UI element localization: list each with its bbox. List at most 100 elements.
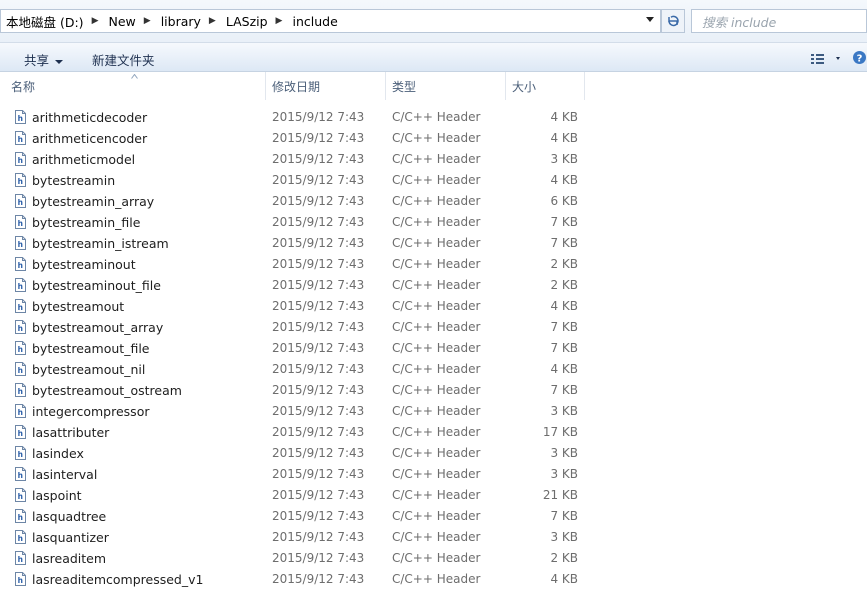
svg-text:h: h: [18, 219, 23, 228]
file-name: lasreaditemcompressed_v1: [32, 572, 204, 587]
file-row[interactable]: h lasattributer 2015/9/12 7:43 C/C++ Header…: [0, 422, 867, 443]
file-modified: 2015/9/12 7:43: [272, 530, 365, 544]
refresh-button[interactable]: [661, 9, 685, 33]
breadcrumb-chevron-icon[interactable]: ▶: [270, 16, 288, 26]
header-file-icon: h: [15, 320, 26, 334]
file-row[interactable]: h bytestreaminout 2015/9/12 7:43 C/C++ Head…: [0, 254, 867, 275]
file-row[interactable]: h bytestreamout_file 2015/9/12 7:43 C/C++ H…: [0, 338, 867, 359]
file-name: bytestreamout_array: [32, 320, 164, 335]
address-history-dropdown-icon[interactable]: [646, 17, 654, 22]
search-input[interactable]: 搜索 include: [692, 12, 776, 31]
file-size: 7 KB: [550, 341, 578, 355]
file-name: bytestreamout: [32, 299, 125, 314]
column-header-modified-label: 修改日期: [272, 80, 321, 94]
file-modified: 2015/9/12 7:43: [272, 152, 365, 166]
file-name: bytestreaminout_file: [32, 278, 161, 293]
file-modified: 2015/9/12 7:43: [272, 236, 365, 250]
file-name: bytestreamin_file: [32, 215, 141, 230]
file-size: 4 KB: [550, 110, 578, 124]
file-row[interactable]: h bytestreamout_ostream 2015/9/12 7:43 C/C+…: [0, 380, 867, 401]
file-size: 4 KB: [550, 362, 578, 376]
breadcrumb-new[interactable]: New: [104, 14, 138, 29]
file-row[interactable]: h bytestreaminout_file 2015/9/12 7:43 C/C++…: [0, 275, 867, 296]
svg-text:h: h: [18, 555, 23, 564]
file-size: 2 KB: [550, 278, 578, 292]
header-file-icon: h: [15, 362, 26, 376]
file-type: C/C++ Header: [392, 278, 481, 292]
address-bar[interactable]: 本地磁盘 (D:) ▶ New ▶ library ▶ LASzip ▶ inc…: [0, 9, 661, 33]
file-modified: 2015/9/12 7:43: [272, 446, 365, 460]
help-button[interactable]: ?: [852, 50, 867, 65]
header-file-icon: h: [15, 194, 26, 208]
file-size: 17 KB: [542, 425, 578, 439]
breadcrumb-laszip[interactable]: LASzip: [221, 14, 270, 29]
breadcrumb-chevron-icon[interactable]: ▶: [86, 16, 104, 26]
file-row[interactable]: h lasreaditemcompressed_v1 2015/9/12 7:43 C…: [0, 569, 867, 590]
file-row[interactable]: h bytestreamout_nil 2015/9/12 7:43 C/C++ He…: [0, 359, 867, 380]
file-row[interactable]: h arithmeticmodel 2015/9/12 7:43 C/C++ Head…: [0, 149, 867, 170]
file-row[interactable]: h arithmeticdecoder 2015/9/12 7:43 C/C++ He…: [0, 107, 867, 128]
file-modified: 2015/9/12 7:43: [272, 551, 365, 565]
file-row[interactable]: h lasindex 2015/9/12 7:43 C/C++ Header 3 KB: [0, 443, 867, 464]
file-row[interactable]: h bytestreamout 2015/9/12 7:43 C/C++ Header…: [0, 296, 867, 317]
file-row[interactable]: h bytestreamout_array 2015/9/12 7:43 C/C++ …: [0, 317, 867, 338]
file-modified: 2015/9/12 7:43: [272, 215, 365, 229]
svg-text:h: h: [18, 156, 23, 165]
file-name: bytestreamout_nil: [32, 362, 146, 377]
file-row[interactable]: h lasquantizer 2015/9/12 7:43 C/C++ Header 3…: [0, 527, 867, 548]
new-folder-button[interactable]: 新建文件夹: [92, 50, 155, 69]
header-file-icon: h: [15, 131, 26, 145]
file-name: bytestreamout_ostream: [32, 383, 182, 398]
file-size: 2 KB: [550, 551, 578, 565]
file-row[interactable]: h integercompressor 2015/9/12 7:43 C/C++ He…: [0, 401, 867, 422]
file-row[interactable]: h arithmeticencoder 2015/9/12 7:43 C/C++ He…: [0, 128, 867, 149]
file-row[interactable]: h lasquadtree 2015/9/12 7:43 C/C++ Header 7 …: [0, 506, 867, 527]
file-row[interactable]: h bytestreamin_file 2015/9/12 7:43 C/C++ He…: [0, 212, 867, 233]
file-type: C/C++ Header: [392, 362, 481, 376]
svg-text:h: h: [18, 450, 23, 459]
column-header-type[interactable]: 类型: [385, 72, 505, 100]
address-bar-region: 本地磁盘 (D:) ▶ New ▶ library ▶ LASzip ▶ inc…: [0, 0, 867, 42]
file-type: C/C++ Header: [392, 299, 481, 313]
file-row[interactable]: h bytestreamin_array 2015/9/12 7:43 C/C++ H…: [0, 191, 867, 212]
breadcrumb-include[interactable]: include: [287, 14, 339, 29]
breadcrumb-chevron-icon[interactable]: ▶: [138, 16, 156, 26]
header-file-icon: h: [15, 383, 26, 397]
file-type: C/C++ Header: [392, 551, 481, 565]
file-row[interactable]: h laspoint 2015/9/12 7:43 C/C++ Header 21 KB: [0, 485, 867, 506]
share-button[interactable]: 共享: [24, 50, 64, 69]
command-bar: 共享 新建文件夹 ?: [0, 42, 867, 72]
file-row[interactable]: h bytestreamin_istream 2015/9/12 7:43 C/C++…: [0, 233, 867, 254]
svg-text:h: h: [18, 240, 23, 249]
header-file-icon: h: [15, 110, 26, 124]
file-name: bytestreamin: [32, 173, 116, 188]
breadcrumb-library[interactable]: library: [156, 14, 203, 29]
file-modified: 2015/9/12 7:43: [272, 362, 365, 376]
change-view-button[interactable]: [810, 52, 846, 66]
share-label: 共享: [24, 53, 50, 68]
search-box[interactable]: 搜索 include: [691, 9, 867, 33]
file-row[interactable]: h bytestreamin 2015/9/12 7:43 C/C++ Header 4…: [0, 170, 867, 191]
column-header-size[interactable]: 大小: [505, 72, 585, 100]
svg-text:h: h: [18, 282, 23, 291]
header-file-icon: h: [15, 299, 26, 313]
column-header-name[interactable]: 名称: [0, 72, 265, 100]
file-row[interactable]: h lasinterval 2015/9/12 7:43 C/C++ Header 3 …: [0, 464, 867, 485]
svg-text:h: h: [18, 261, 23, 270]
file-size: 3 KB: [550, 467, 578, 481]
breadcrumb-drive[interactable]: 本地磁盘 (D:): [1, 12, 86, 31]
header-file-icon: h: [15, 551, 26, 565]
column-header-modified[interactable]: 修改日期: [265, 72, 385, 100]
header-file-icon: h: [15, 278, 26, 292]
file-size: 7 KB: [550, 215, 578, 229]
svg-text:h: h: [18, 513, 23, 522]
breadcrumb-chevron-icon[interactable]: ▶: [203, 16, 221, 26]
file-name: bytestreamin_istream: [32, 236, 169, 251]
file-modified: 2015/9/12 7:43: [272, 278, 365, 292]
file-name: bytestreaminout: [32, 257, 136, 272]
column-headers: 名称 修改日期 类型 大小: [0, 72, 867, 100]
file-row[interactable]: h lasreaditem 2015/9/12 7:43 C/C++ Header 2 …: [0, 548, 867, 569]
header-file-icon: h: [15, 257, 26, 271]
file-type: C/C++ Header: [392, 236, 481, 250]
file-size: 7 KB: [550, 383, 578, 397]
